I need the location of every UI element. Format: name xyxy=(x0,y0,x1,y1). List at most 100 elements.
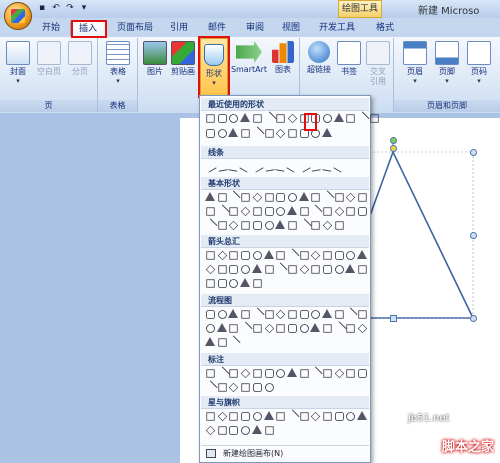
arrow-shape-icon[interactable] xyxy=(288,265,297,274)
star-shape-icon[interactable] xyxy=(264,426,274,435)
basic-shape-icon[interactable] xyxy=(215,204,230,219)
flowchart-shape-icon[interactable] xyxy=(276,324,285,333)
arrow-shape-icon[interactable] xyxy=(241,251,250,260)
recent-shape-icon[interactable] xyxy=(253,114,262,123)
flowchart-shape-icon[interactable] xyxy=(357,323,368,334)
cover-page-button[interactable]: 封面 ▾ xyxy=(4,41,32,85)
arrow-shape-icon[interactable] xyxy=(205,264,216,275)
line-shape-icon[interactable] xyxy=(263,161,275,172)
basic-shape-icon[interactable] xyxy=(240,206,251,217)
star-shape-icon[interactable] xyxy=(229,426,239,435)
flowchart-shape-icon[interactable] xyxy=(311,310,321,319)
line-shape-icon[interactable] xyxy=(275,161,286,172)
flowchart-shape-icon[interactable] xyxy=(264,310,274,319)
flowchart-shape-icon[interactable] xyxy=(206,324,215,333)
callout-shape-icon[interactable] xyxy=(334,368,344,379)
basic-shape-icon[interactable] xyxy=(298,192,309,201)
flowchart-shape-icon[interactable] xyxy=(323,324,332,333)
flowchart-shape-icon[interactable] xyxy=(253,324,262,333)
arrow-shape-icon[interactable] xyxy=(357,250,368,259)
callout-shape-icon[interactable] xyxy=(203,380,218,395)
flowchart-shape-icon[interactable] xyxy=(299,310,309,319)
basic-shape-icon[interactable] xyxy=(297,218,312,233)
page-number-button[interactable]: 页码 ▾ xyxy=(464,41,494,85)
tab-page-layout[interactable]: 页面布局 xyxy=(112,20,158,36)
arrow-shape-icon[interactable] xyxy=(264,265,274,274)
recent-shape-icon[interactable] xyxy=(276,128,286,139)
callout-shape-icon[interactable] xyxy=(218,383,227,392)
customize-qat-icon[interactable]: ▾ xyxy=(78,3,90,14)
line-shape-icon[interactable] xyxy=(333,160,346,173)
basic-shape-icon[interactable] xyxy=(346,207,356,216)
star-shape-icon[interactable] xyxy=(229,412,239,421)
callout-shape-icon[interactable] xyxy=(286,368,297,377)
arrow-shape-icon[interactable] xyxy=(218,265,227,274)
recent-shape-icon[interactable] xyxy=(206,129,215,138)
basic-shape-icon[interactable] xyxy=(276,193,286,202)
recent-shape-icon[interactable] xyxy=(228,128,239,137)
star-shape-icon[interactable] xyxy=(346,412,356,421)
recent-shape-icon[interactable] xyxy=(322,128,332,137)
basic-shape-icon[interactable] xyxy=(288,221,297,230)
flowchart-shape-icon[interactable] xyxy=(287,324,297,333)
basic-shape-icon[interactable] xyxy=(275,220,286,229)
flowchart-shape-icon[interactable] xyxy=(228,309,239,318)
flowchart-shape-icon[interactable] xyxy=(288,310,297,319)
flowchart-shape-icon[interactable] xyxy=(358,310,367,319)
star-shape-icon[interactable] xyxy=(263,411,274,420)
callout-shape-icon[interactable] xyxy=(299,369,309,378)
basic-shape-icon[interactable] xyxy=(286,206,297,215)
recent-shape-icon[interactable] xyxy=(370,114,379,123)
basic-shape-icon[interactable] xyxy=(308,204,323,219)
arrow-shape-icon[interactable] xyxy=(273,262,288,277)
flowchart-shape-icon[interactable] xyxy=(238,321,253,336)
line-shape-icon[interactable] xyxy=(286,160,299,173)
basic-shape-icon[interactable] xyxy=(229,220,239,231)
tab-review[interactable]: 审阅 xyxy=(242,20,268,36)
basic-shape-icon[interactable] xyxy=(252,221,262,230)
basic-shape-icon[interactable] xyxy=(206,207,215,216)
arrow-shape-icon[interactable] xyxy=(206,279,215,288)
flowchart-shape-icon[interactable] xyxy=(229,324,239,333)
arrow-shape-icon[interactable] xyxy=(229,251,239,260)
callout-shape-icon[interactable] xyxy=(229,382,239,393)
line-shape-icon[interactable] xyxy=(204,160,217,173)
arrow-shape-icon[interactable] xyxy=(358,265,367,274)
recent-shape-icon[interactable] xyxy=(217,114,227,123)
arrow-shape-icon[interactable] xyxy=(323,265,332,274)
recent-shape-icon[interactable] xyxy=(288,129,297,138)
smartart-button[interactable]: SmartArt xyxy=(230,41,268,75)
recent-shape-icon[interactable] xyxy=(346,114,356,123)
flowchart-shape-icon[interactable] xyxy=(264,323,274,334)
arrow-shape-icon[interactable] xyxy=(217,279,227,288)
callout-shape-icon[interactable] xyxy=(215,366,230,381)
arrow-shape-icon[interactable] xyxy=(285,248,300,263)
callout-shape-icon[interactable] xyxy=(264,369,274,378)
line-shape-icon[interactable] xyxy=(251,160,264,173)
recent-shape-icon[interactable] xyxy=(333,113,344,122)
table-button[interactable]: 表格 ▾ xyxy=(104,41,132,85)
callout-shape-icon[interactable] xyxy=(264,383,274,392)
arrow-shape-icon[interactable] xyxy=(276,251,285,260)
basic-shape-icon[interactable] xyxy=(218,193,227,202)
flowchart-shape-icon[interactable] xyxy=(206,310,215,319)
star-shape-icon[interactable] xyxy=(323,412,332,421)
line-shape-icon[interactable] xyxy=(239,160,252,173)
arrow-shape-icon[interactable] xyxy=(206,251,215,260)
arrow-shape-icon[interactable] xyxy=(334,265,344,274)
star-shape-icon[interactable] xyxy=(241,426,250,435)
arrow-shape-icon[interactable] xyxy=(311,265,320,274)
arrow-shape-icon[interactable] xyxy=(251,264,262,273)
recent-shape-icon[interactable] xyxy=(250,126,265,141)
callout-shape-icon[interactable] xyxy=(276,369,286,378)
flowchart-shape-icon[interactable] xyxy=(310,323,321,332)
blank-page-button[interactable]: 空白页 xyxy=(34,41,64,77)
basic-shape-icon[interactable] xyxy=(241,193,250,202)
basic-shape-icon[interactable] xyxy=(253,207,262,216)
tab-developer[interactable]: 开发工具 xyxy=(316,20,358,36)
resize-handle-top-right[interactable] xyxy=(470,149,477,156)
arrow-shape-icon[interactable] xyxy=(252,251,262,260)
flowchart-shape-icon[interactable] xyxy=(335,310,344,319)
flowchart-shape-icon[interactable] xyxy=(343,307,358,322)
office-button[interactable] xyxy=(4,2,32,30)
